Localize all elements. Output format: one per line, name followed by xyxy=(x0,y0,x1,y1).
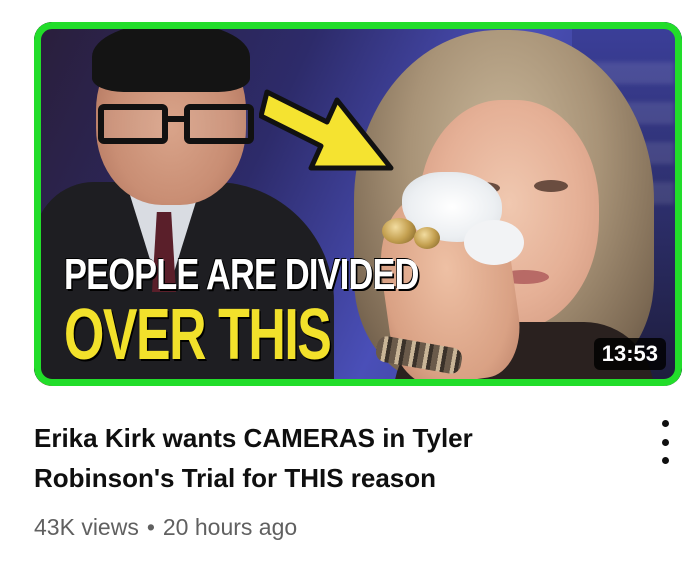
thumbnail-overlay-text-line1: PEOPLE ARE DIVIDED xyxy=(64,250,419,299)
watch-progress-bar xyxy=(34,380,682,386)
more-options-button[interactable] xyxy=(651,420,679,464)
more-vert-icon-dot xyxy=(661,438,669,446)
upload-time: 20 hours ago xyxy=(162,514,298,540)
video-card[interactable]: PEOPLE ARE DIVIDED OVER THIS 13:53 Erika… xyxy=(0,0,699,567)
ring xyxy=(382,218,416,244)
meta-separator: • xyxy=(146,514,155,540)
video-title[interactable]: Erika Kirk wants CAMERAS in Tyler Robins… xyxy=(34,418,594,498)
woman-eye-right xyxy=(534,180,568,192)
glasses-icon xyxy=(92,104,268,148)
video-thumbnail[interactable]: PEOPLE ARE DIVIDED OVER THIS 13:53 xyxy=(34,22,682,386)
ring xyxy=(414,227,440,249)
view-count: 43K views xyxy=(34,514,139,540)
more-vert-icon xyxy=(661,420,669,427)
man-hair xyxy=(92,22,250,92)
thumbnail-overlay-text-line2: OVER THIS xyxy=(64,295,332,375)
video-metadata: 43K views • 20 hours ago xyxy=(34,514,297,541)
duration-badge: 13:53 xyxy=(593,338,666,370)
yellow-arrow-icon xyxy=(259,89,394,171)
more-vert-icon-dot xyxy=(661,457,669,464)
tissue-fold xyxy=(464,220,524,265)
watch-progress-fill xyxy=(34,380,99,386)
